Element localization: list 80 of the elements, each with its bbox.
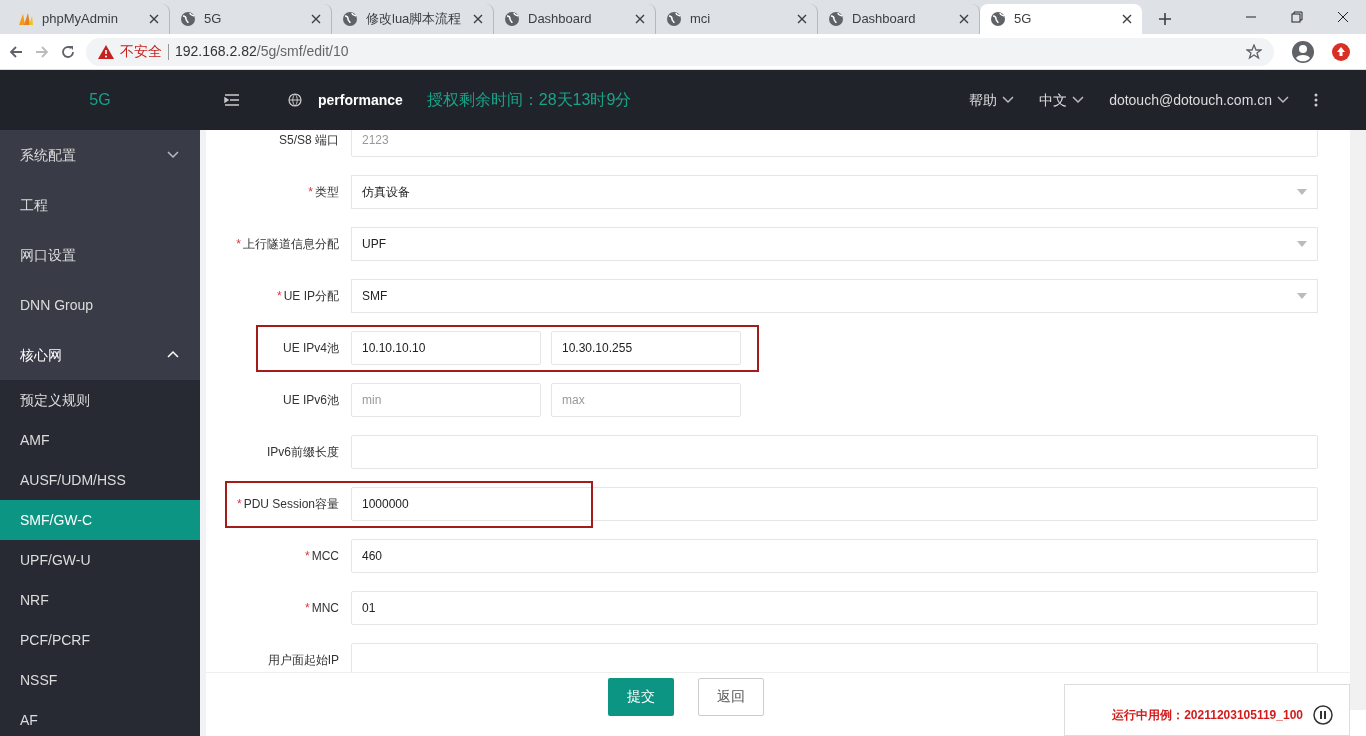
sidebar-item[interactable]: NSSF	[0, 660, 200, 700]
close-icon[interactable]	[1122, 14, 1132, 24]
update-icon[interactable]	[1332, 42, 1350, 61]
close-icon[interactable]	[473, 14, 483, 24]
input-field[interactable]: 1000000	[351, 487, 1318, 521]
address-bar[interactable]: 不安全 192.168.2.82/5g/smf/edit/10	[86, 37, 1274, 66]
project-name: performance	[318, 90, 403, 110]
caret-down-icon	[1297, 241, 1307, 247]
globe-icon	[666, 11, 682, 27]
menu-icon[interactable]	[224, 93, 240, 107]
sidebar-item[interactable]: NRF	[0, 580, 200, 620]
globe-icon	[828, 11, 844, 27]
close-icon[interactable]	[311, 14, 321, 24]
sidebar-item[interactable]: AF	[0, 700, 200, 736]
globe-icon	[180, 11, 196, 27]
input-field[interactable]: max	[551, 383, 741, 417]
field-label: * UE IP分配	[276, 288, 340, 305]
input-field[interactable]: 10.10.10.10	[351, 331, 541, 365]
sidebar-item[interactable]: 工程	[0, 180, 200, 230]
select-field[interactable]: 仿真设备	[351, 175, 1318, 209]
header-menu[interactable]: dotouch@dotouch.com.cn	[1109, 89, 1290, 111]
input-field[interactable]: 460	[351, 539, 1318, 573]
field-label: * MCC	[304, 548, 340, 565]
sidebar-item[interactable]: SMF/GW-C	[0, 500, 200, 540]
brand-logo[interactable]: 5G	[0, 88, 200, 112]
sidebar-item[interactable]: 预定义规则	[0, 380, 200, 420]
select-field[interactable]: UPF	[351, 227, 1318, 261]
globe-icon	[504, 11, 520, 27]
globe-icon	[342, 11, 358, 27]
sidebar-item[interactable]: AUSF/UDM/HSS	[0, 460, 200, 500]
sidebar-item[interactable]: 核心网	[0, 330, 200, 380]
close-icon[interactable]	[149, 14, 159, 24]
warning-icon	[98, 44, 114, 59]
pause-icon[interactable]	[1313, 705, 1333, 725]
close-icon[interactable]	[635, 14, 645, 24]
back-icon[interactable]	[8, 43, 24, 60]
star-icon[interactable]	[1246, 43, 1262, 60]
caret-down-icon	[1297, 293, 1307, 299]
input-field[interactable]	[351, 643, 1318, 672]
account-icon[interactable]	[1292, 40, 1314, 63]
browser-tab[interactable]: 5G	[980, 4, 1142, 34]
header-menu[interactable]: 中文	[1039, 89, 1086, 111]
input-field[interactable]: 01	[351, 591, 1318, 625]
sidebar-item[interactable]: 网口设置	[0, 230, 200, 280]
field-label: * 上行隧道信息分配	[235, 236, 340, 253]
field-label: S5/S8 端口	[277, 132, 340, 149]
header-menu[interactable]: 帮助	[969, 89, 1016, 111]
restore-icon[interactable]	[1291, 11, 1303, 23]
input-field[interactable]: 10.30.10.255	[551, 331, 741, 365]
field-label: * 类型	[307, 184, 340, 201]
license-text: 授权剩余时间：28天13时9分	[426, 90, 632, 110]
new-tab-icon[interactable]	[1158, 12, 1172, 26]
input-field[interactable]	[351, 435, 1318, 469]
sidebar-item[interactable]: 系统配置	[0, 130, 200, 180]
logo-icon	[18, 11, 34, 27]
field-label: UE IPv4池	[282, 340, 340, 357]
input-field[interactable]: min	[351, 383, 541, 417]
close-icon[interactable]	[1337, 11, 1349, 23]
select-field[interactable]: SMF	[351, 279, 1318, 313]
reload-icon[interactable]	[60, 43, 76, 60]
sidebar-item[interactable]: PCF/PCRF	[0, 620, 200, 660]
security-label: 不安全	[120, 42, 162, 61]
submit-button[interactable]: 提交	[608, 677, 674, 716]
close-icon[interactable]	[959, 14, 969, 24]
close-icon[interactable]	[797, 14, 807, 24]
sidebar-item[interactable]: UPF/GW-U	[0, 540, 200, 580]
field-label: IPv6前缀长度	[266, 444, 340, 461]
field-label: * PDU Session容量	[235, 496, 340, 513]
globe-icon	[288, 93, 302, 107]
sidebar-item[interactable]: AMF	[0, 420, 200, 460]
field-label: * MNC	[304, 600, 340, 617]
back-button[interactable]: 返回	[698, 677, 764, 716]
more-icon[interactable]	[1314, 93, 1318, 107]
caret-down-icon	[1297, 189, 1307, 195]
globe-icon	[990, 11, 1006, 27]
sidebar-item[interactable]: DNN Group	[0, 280, 200, 330]
url-text: 192.168.2.82/5g/smf/edit/10	[175, 42, 349, 61]
running-case-text: 运行中用例：20211203105119_100	[1112, 707, 1303, 724]
field-label: UE IPv6池	[282, 392, 340, 409]
field-label: 用户面起始IP	[266, 652, 340, 669]
